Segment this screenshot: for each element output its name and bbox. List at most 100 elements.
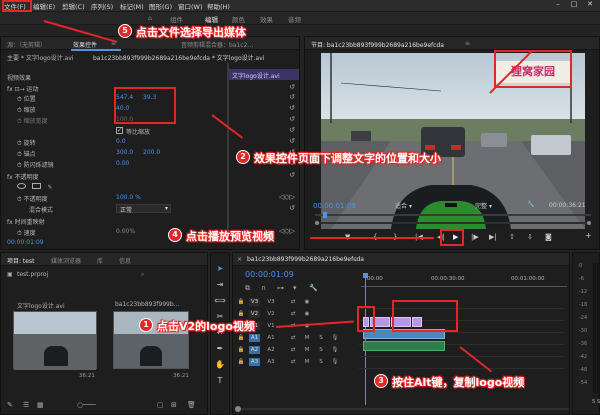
blend-mode-select[interactable]: 正常 ▾ [116, 204, 171, 214]
lock-icon[interactable]: 🔒 [237, 358, 245, 366]
stopwatch-icon[interactable]: ⏱ [17, 118, 22, 125]
sync-lock-icon[interactable]: ⇄ [289, 310, 297, 318]
linked-selection-icon[interactable]: ⊶ [277, 284, 284, 292]
hand-icon[interactable]: ✋ [214, 359, 226, 371]
zoom-slider[interactable]: ○─── [77, 401, 96, 409]
reset-icon[interactable]: ↺ [289, 204, 295, 212]
reset-icon[interactable]: ↺ [289, 93, 295, 101]
timeline-settings-icon[interactable]: 🔧 [309, 284, 318, 292]
rotation-value[interactable]: 0.0 [116, 138, 126, 145]
playhead-marker[interactable] [323, 212, 327, 218]
fit-select[interactable]: 适合 ▾ [395, 201, 435, 210]
stopwatch-icon[interactable]: ⏱ [17, 196, 22, 203]
eye-icon[interactable]: ◉ [303, 298, 311, 306]
uniform-scale-checkbox[interactable]: ✓ [116, 127, 123, 134]
snap-icon[interactable]: ∩ [261, 284, 266, 292]
ripple-edit-icon[interactable]: ⟺ [214, 295, 226, 307]
anchor-y-value[interactable]: 200.0 [143, 149, 160, 156]
mute-icon[interactable]: M [303, 346, 311, 354]
maximize-icon[interactable]: □ [566, 0, 582, 12]
pencil-icon[interactable]: ✎ [7, 401, 13, 409]
track-target-a2[interactable]: A2 [249, 346, 260, 354]
new-item-icon[interactable]: ⊞ [171, 401, 177, 409]
close-icon[interactable]: ✕ [582, 0, 598, 12]
anti-flicker-value[interactable]: 0.00 [116, 160, 129, 167]
trash-icon[interactable]: 🗑 [187, 401, 196, 409]
menu-window[interactable]: 窗口(W) [178, 1, 203, 11]
solo-icon[interactable]: S [317, 346, 325, 354]
track-target-v3[interactable]: V3 [249, 298, 260, 306]
tab-media-browser[interactable]: 媒体浏览器 [51, 256, 81, 265]
lock-icon[interactable]: 🔒 [237, 298, 245, 306]
stopwatch-icon[interactable]: ⏱ [17, 162, 22, 169]
workspace-effects[interactable]: 效果 [260, 14, 273, 24]
reset-icon[interactable]: ↺ [289, 171, 295, 179]
tab-effect-controls[interactable]: 效果控件 [73, 40, 97, 49]
pen-icon[interactable]: ✒ [214, 343, 226, 355]
track-target-a1[interactable]: A1 [249, 334, 260, 342]
playhead-handle[interactable] [363, 273, 368, 278]
track-select-icon[interactable]: ⇥ [214, 279, 226, 291]
audio-clip-a1[interactable] [363, 341, 445, 351]
mute-icon[interactable]: M [303, 334, 311, 342]
camera-icon[interactable]: ◙ [545, 233, 552, 241]
menu-edit[interactable]: 编辑(E) [33, 1, 55, 11]
ellipse-mask-icon[interactable] [17, 183, 26, 189]
new-bin-icon[interactable]: ▢ [157, 401, 164, 409]
playback-scrubber-track[interactable] [315, 214, 591, 216]
program-timecode[interactable]: 00:00:01:09 [313, 202, 356, 210]
timeline-zoom-bar[interactable] [235, 406, 569, 412]
menu-help[interactable]: 帮助(H) [207, 1, 230, 11]
rectangle-mask-icon[interactable] [32, 183, 42, 189]
workspace-assembly[interactable]: 组件 [170, 14, 183, 24]
workspace-audio[interactable]: 音频 [288, 14, 301, 24]
workspace-color[interactable]: 颜色 [232, 14, 245, 24]
anchor-x-value[interactable]: 300.0 [116, 149, 133, 156]
sync-lock-icon[interactable]: ⇄ [289, 298, 297, 306]
reset-icon[interactable]: ↺ [289, 137, 295, 145]
effect-controls-timecode[interactable]: 00:00:01:09 [7, 239, 44, 246]
stopwatch-icon[interactable]: ⏱ [17, 96, 22, 103]
tab-audio-mixer[interactable]: 音频剪辑混合器：ba1c2… [181, 40, 253, 49]
add-button[interactable]: + [585, 231, 592, 240]
track-target-v2[interactable]: V2 [249, 310, 260, 318]
meter-solo-left[interactable]: S [592, 399, 595, 405]
sequence-timecode[interactable]: 00:00:01:09 [245, 270, 294, 279]
menu-clip[interactable]: 剪辑(C) [62, 1, 85, 11]
reset-icon[interactable]: ↺ [289, 83, 295, 91]
time-ruler[interactable]: :00:00 00:00:30:00 00:01:00:00 [361, 270, 567, 292]
tab-sequence-menu[interactable]: ≡ [353, 256, 358, 263]
reset-icon[interactable]: ↺ [289, 115, 295, 123]
close-tab-icon[interactable]: × [237, 256, 242, 263]
menu-sequence[interactable]: 序列(S) [91, 1, 113, 11]
sync-lock-icon[interactable]: ⇄ [289, 334, 297, 342]
wrench-icon[interactable]: 🔧 [527, 201, 534, 208]
tab-sequence[interactable]: ba1c23bb893f999b2689a216be9efcda [247, 256, 364, 263]
master-sequence[interactable]: ba1c23bb893f999b2689a216be9efcda * 文字log… [93, 53, 311, 62]
eye-icon[interactable]: ◉ [303, 310, 311, 318]
mic-icon[interactable]: 🎙 [331, 358, 339, 366]
keyframe-nav-icon[interactable]: ◁◇▷ [279, 227, 295, 235]
quality-select[interactable]: 完整 ▾ [475, 201, 515, 210]
tab-libraries[interactable]: 库 [97, 256, 103, 265]
mic-icon[interactable]: 🎙 [331, 346, 339, 354]
nest-icon[interactable]: ⧉ [245, 284, 250, 293]
effect-opacity[interactable]: fx 不透明度 [7, 172, 225, 181]
mini-timeline-clip[interactable]: 文字logo设计.avi [229, 69, 299, 80]
effect-time-remap[interactable]: fx 时间重映射 [7, 217, 225, 226]
sync-lock-icon[interactable]: ⇄ [289, 346, 297, 354]
clip-thumbnail-1[interactable] [13, 311, 97, 370]
lift-icon[interactable]: ⇧ [509, 233, 515, 241]
sync-lock-icon[interactable]: ⇄ [289, 358, 297, 366]
opacity-value[interactable]: 100.0 % [116, 194, 141, 201]
mic-icon[interactable]: 🎙 [331, 334, 339, 342]
reset-icon[interactable]: ↺ [289, 126, 295, 134]
tab-program-menu[interactable]: ≡ [465, 40, 470, 47]
solo-icon[interactable]: S [317, 334, 325, 342]
track-target-a3[interactable]: A3 [249, 358, 260, 366]
mute-icon[interactable]: M [303, 358, 311, 366]
keyframe-nav-icon[interactable]: ◁◇▷ [279, 193, 295, 201]
reset-icon[interactable]: ↺ [289, 104, 295, 112]
selection-tool-icon[interactable]: ➤ [214, 263, 226, 275]
search-icon[interactable]: ⌕ [141, 271, 144, 279]
